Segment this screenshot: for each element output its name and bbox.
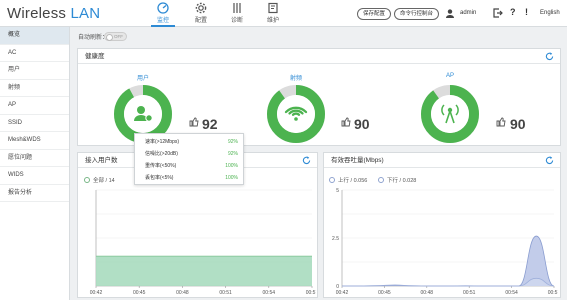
sidebar-item-issues[interactable]: 愿位问题 <box>0 150 69 167</box>
x-tick-label: 00:57 <box>306 290 316 296</box>
monitor-icon <box>157 2 169 14</box>
upstream-legend[interactable]: 上行 / 0.056 <box>329 176 367 184</box>
x-tick-label: 00:48 <box>421 290 434 296</box>
users-legend[interactable]: 全部 / 14 <box>84 176 115 184</box>
tooltip-row: 重传率(<50%) 100% <box>145 163 238 169</box>
sidebar-item-overview[interactable]: 概览 <box>0 27 69 45</box>
gauge-score-ap: 90 <box>510 116 526 132</box>
tooltip-row: 丢包率(<5%) 100% <box>145 175 238 181</box>
users-legend-text: 全部 / 14 <box>93 178 115 184</box>
nav-monitor[interactable]: 监控 <box>148 2 178 27</box>
info-icon[interactable]: ! <box>525 7 528 17</box>
upstream-legend-text: 上行 / 0.056 <box>338 178 368 184</box>
gauge-label-users: 用户 <box>136 76 149 82</box>
x-tick-label: 00:48 <box>176 290 189 296</box>
username[interactable]: admin <box>460 10 476 16</box>
diagnose-icon <box>233 3 241 13</box>
series-line <box>342 235 555 287</box>
legend-marker <box>378 177 384 183</box>
legend-marker <box>84 177 90 183</box>
series-area <box>342 236 554 286</box>
language-link[interactable]: English <box>540 10 560 16</box>
x-tick-label: 00:42 <box>90 290 103 296</box>
sidebar-item-radio[interactable]: 射频 <box>0 80 69 97</box>
x-tick-label: 00:45 <box>133 290 146 296</box>
throughput-chart: 00:42 00:45 00:48 00:51 00:54 00:57 0 2.5 5 <box>332 188 558 296</box>
x-tick-label: 00:42 <box>336 290 349 296</box>
tooltip-row: 信噪比(>20dB) 92% <box>145 151 238 157</box>
thumb-up-icon <box>189 117 199 127</box>
maintenance-icon <box>268 2 278 14</box>
y-tick-label: 0 <box>336 284 339 290</box>
cli-console-button[interactable]: 命令行控制台 <box>394 8 440 20</box>
top-bar: Wireless LAN 监控 配置 诊断 维护 保存配置 命令行控制台 adm… <box>0 0 567 27</box>
x-tick-label: 00:51 <box>219 290 232 296</box>
refresh-icon[interactable] <box>545 156 554 165</box>
health-panel: 健康度 <box>77 48 561 146</box>
throughput-panel-title: 有效吞吐量(Mbps) <box>324 153 560 168</box>
help-icon[interactable]: ? <box>510 7 516 17</box>
sidebar-item-ap[interactable]: AP <box>0 97 69 115</box>
sidebar: 概览 AC 用户 射频 AP SSID Mesh&WDS 愿位问题 WIDS 报… <box>0 27 70 300</box>
downstream-legend[interactable]: 下行 / 0.028 <box>378 176 416 184</box>
nav-config[interactable]: 配置 <box>186 2 216 24</box>
sidebar-item-ac[interactable]: AC <box>0 45 69 62</box>
gauge-score-radio: 90 <box>354 116 370 132</box>
sidebar-item-ssid[interactable]: SSID <box>0 115 69 132</box>
nav-maintenance[interactable]: 维护 <box>258 2 288 24</box>
users-chart: 00:42 00:45 00:48 00:51 00:54 00:57 <box>90 189 316 296</box>
series-area <box>96 256 312 286</box>
brand-logo: Wireless LAN <box>7 5 101 22</box>
user-icon <box>446 9 454 18</box>
y-tick-label: 5 <box>336 188 339 194</box>
refresh-icon[interactable] <box>545 52 554 61</box>
x-tick-label: 00:45 <box>378 290 391 296</box>
x-tick-label: 00:54 <box>505 290 518 296</box>
x-tick-label: 00:54 <box>263 290 276 296</box>
gauge-label-radio: 射频 <box>289 76 302 82</box>
x-tick-label: 00:57 <box>548 290 558 296</box>
gear-icon <box>195 2 207 14</box>
downstream-legend-text: 下行 / 0.028 <box>387 178 417 184</box>
y-tick-label: 2.5 <box>332 236 339 242</box>
nav-diagnose[interactable]: 诊断 <box>222 2 252 24</box>
save-config-button[interactable]: 保存配置 <box>357 8 392 20</box>
sidebar-item-report[interactable]: 报告分析 <box>0 185 69 202</box>
legend-marker <box>329 177 335 183</box>
health-title: 健康度 <box>78 49 560 64</box>
auto-refresh-toggle[interactable]: OFF <box>104 32 127 41</box>
logout-icon[interactable] <box>493 8 503 18</box>
tooltip-row: 速率(>12Mbps) 92% <box>145 139 238 145</box>
sidebar-item-users[interactable]: 用户 <box>0 62 69 80</box>
users-health-tooltip: 速率(>12Mbps) 92% 信噪比(>20dB) 92% 重传率(<50%) 10… <box>134 133 244 185</box>
sidebar-item-wids[interactable]: WIDS <box>0 167 69 185</box>
x-tick-label: 00:51 <box>463 290 476 296</box>
gauge-score-users: 92 <box>202 116 218 132</box>
sidebar-item-mesh-wds[interactable]: Mesh&WDS <box>0 132 69 150</box>
thumb-up-icon <box>496 117 506 127</box>
thumb-up-icon <box>341 117 351 127</box>
refresh-icon[interactable] <box>302 156 311 165</box>
gauge-label-ap: AP <box>445 73 454 79</box>
